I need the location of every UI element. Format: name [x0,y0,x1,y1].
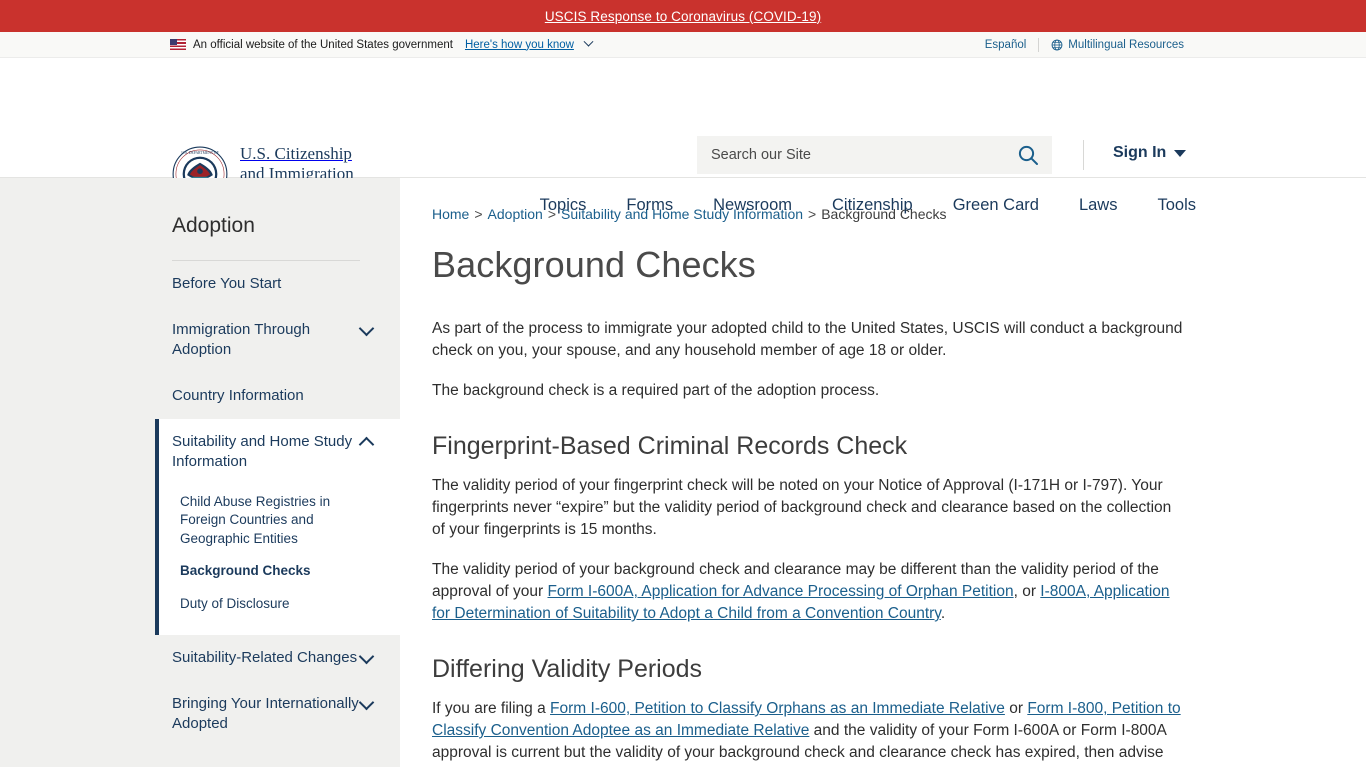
intro-paragraph-1: As part of the process to immigrate your… [432,320,1183,359]
globe-icon [1051,39,1063,50]
section-heading-differing-validity-periods: Differing Validity Periods [432,655,703,683]
nav-item-green-card[interactable]: Green Card [953,196,1039,215]
gov-banner-left: An official website of the United States… [170,36,594,51]
sidebar-item-label: Before You Start [172,275,282,292]
section1-p2-text-mid: , or [1013,583,1041,600]
header-divider [1083,140,1084,170]
section1-paragraph-1: The validity period of your fingerprint … [432,477,1172,538]
site-search [697,136,1052,174]
main-navigation: Topics Forms Newsroom Citizenship Green … [540,196,1196,215]
section2-p1-text-mid: or [1004,700,1028,717]
sidebar-group-suitability-and-home-study-information: Suitability and Home Study Information C… [155,419,400,635]
search-input[interactable] [709,146,1016,164]
sign-in-label: Sign In [1113,144,1167,161]
breadcrumb-separator: > [474,206,483,222]
chevron-down-icon [358,648,375,664]
section1-p2-text-after: . [940,605,946,622]
sidebar-nav-list-after: Suitability-Related Changes Bringing You… [0,635,400,747]
sidebar-subitem-child-abuse-registries[interactable]: Child Abuse Registries in Foreign Countr… [159,486,400,556]
intro-paragraph-2: The background check is a required part … [432,382,880,399]
sidebar-item-suitability-and-home-study-information[interactable]: Suitability and Home Study Information [159,419,400,485]
section-sidebar: Adoption Before You Start Immigration Th… [0,178,400,767]
sidebar-subitem-label: Background Checks [180,563,311,579]
chevron-down-icon [358,320,375,337]
breadcrumb-item-home[interactable]: Home [432,206,469,222]
main-content: Home > Adoption > Suitability and Home Study… [400,178,1366,767]
sidebar-item-label: Bringing Your Internationally Adopted [172,694,359,732]
chevron-up-icon [358,437,375,453]
nav-item-newsroom[interactable]: Newsroom [713,196,792,215]
breadcrumb-item-adoption[interactable]: Adoption [488,206,543,222]
nav-item-forms[interactable]: Forms [626,196,673,215]
sidebar-nav-list: Before You Start Immigration Through Ado… [0,261,400,419]
section-heading-fingerprint-based-criminal-records-check: Fingerprint-Based Criminal Records Check [432,432,908,460]
section2-paragraph-1: If you are filing a Form I-600, Petition… [432,698,1186,767]
caret-down-icon [1174,149,1187,157]
sidebar-title: Adoption [172,214,255,237]
chevron-down-icon[interactable] [583,36,594,47]
sidebar-item-bringing-your-internationally-adopted[interactable]: Bringing Your Internationally Adopted [0,681,400,747]
search-icon [1018,145,1038,165]
nav-item-citizenship[interactable]: Citizenship [832,196,913,215]
site-header: U.S. DEPARTMENT OF HOMELAND SECURITY U.S… [0,58,1366,214]
sign-in-menu[interactable]: Sign In [1113,144,1187,162]
covid-alert-banner: USCIS Response to Coronavirus (COVID-19) [0,0,1366,32]
sidebar-item-label: Immigration Through Adoption [172,321,311,359]
sidebar-item-label: Suitability and Home Study Information [172,433,353,471]
sidebar-item-immigration-through-adoption[interactable]: Immigration Through Adoption [0,307,400,373]
multilingual-resources-link[interactable]: Multilingual Resources [1039,39,1196,51]
search-button[interactable] [1016,143,1040,167]
link-form-i-600[interactable]: Form I-600, Petition to Classify Orphans… [550,700,1005,717]
nav-item-topics[interactable]: Topics [540,196,587,215]
svg-text:U.S. DEPARTMENT OF: U.S. DEPARTMENT OF [181,150,218,154]
us-flag-icon [170,39,186,50]
sidebar-item-before-you-start[interactable]: Before You Start [0,261,400,307]
hows-how-you-know-link[interactable]: Here's how you know [465,39,574,51]
section1-paragraph-2: The validity period of your background c… [432,559,1186,625]
nav-item-laws[interactable]: Laws [1079,196,1118,215]
chevron-down-icon [358,694,375,711]
sidebar-item-suitability-related-changes[interactable]: Suitability-Related Changes [0,635,400,681]
covid-alert-link[interactable]: USCIS Response to Coronavirus (COVID-19) [545,9,821,24]
sidebar-subitem-background-checks[interactable]: Background Checks [159,555,400,588]
gov-banner-text: An official website of the United States… [193,38,453,51]
page-body: Adoption Before You Start Immigration Th… [0,178,1366,767]
sidebar-subitem-duty-of-disclosure[interactable]: Duty of Disclosure [159,588,400,621]
sidebar-subitem-label: Child Abuse Registries in Foreign Countr… [180,493,331,546]
page-title: Background Checks [432,244,756,285]
official-gov-banner: An official website of the United States… [0,32,1366,58]
sidebar-item-label: Suitability-Related Changes [172,648,358,666]
multilingual-resources-label: Multilingual Resources [1068,38,1184,51]
link-form-i-600a[interactable]: Form I-600A, Application for Advance Pro… [547,583,1013,600]
gov-banner-right: Español Multilingual Resources [973,37,1196,52]
espanol-link[interactable]: Español [973,39,1039,51]
sidebar-subitem-label: Duty of Disclosure [180,596,290,612]
sidebar-sublist: Child Abuse Registries in Foreign Countr… [159,486,400,635]
sidebar-item-country-information[interactable]: Country Information [0,373,400,419]
section2-p1-text-before: If you are filing a [432,700,551,717]
brand-line-1: U.S. Citizenship [240,144,352,163]
sidebar-item-label: Country Information [172,387,304,405]
nav-item-tools[interactable]: Tools [1157,196,1196,215]
